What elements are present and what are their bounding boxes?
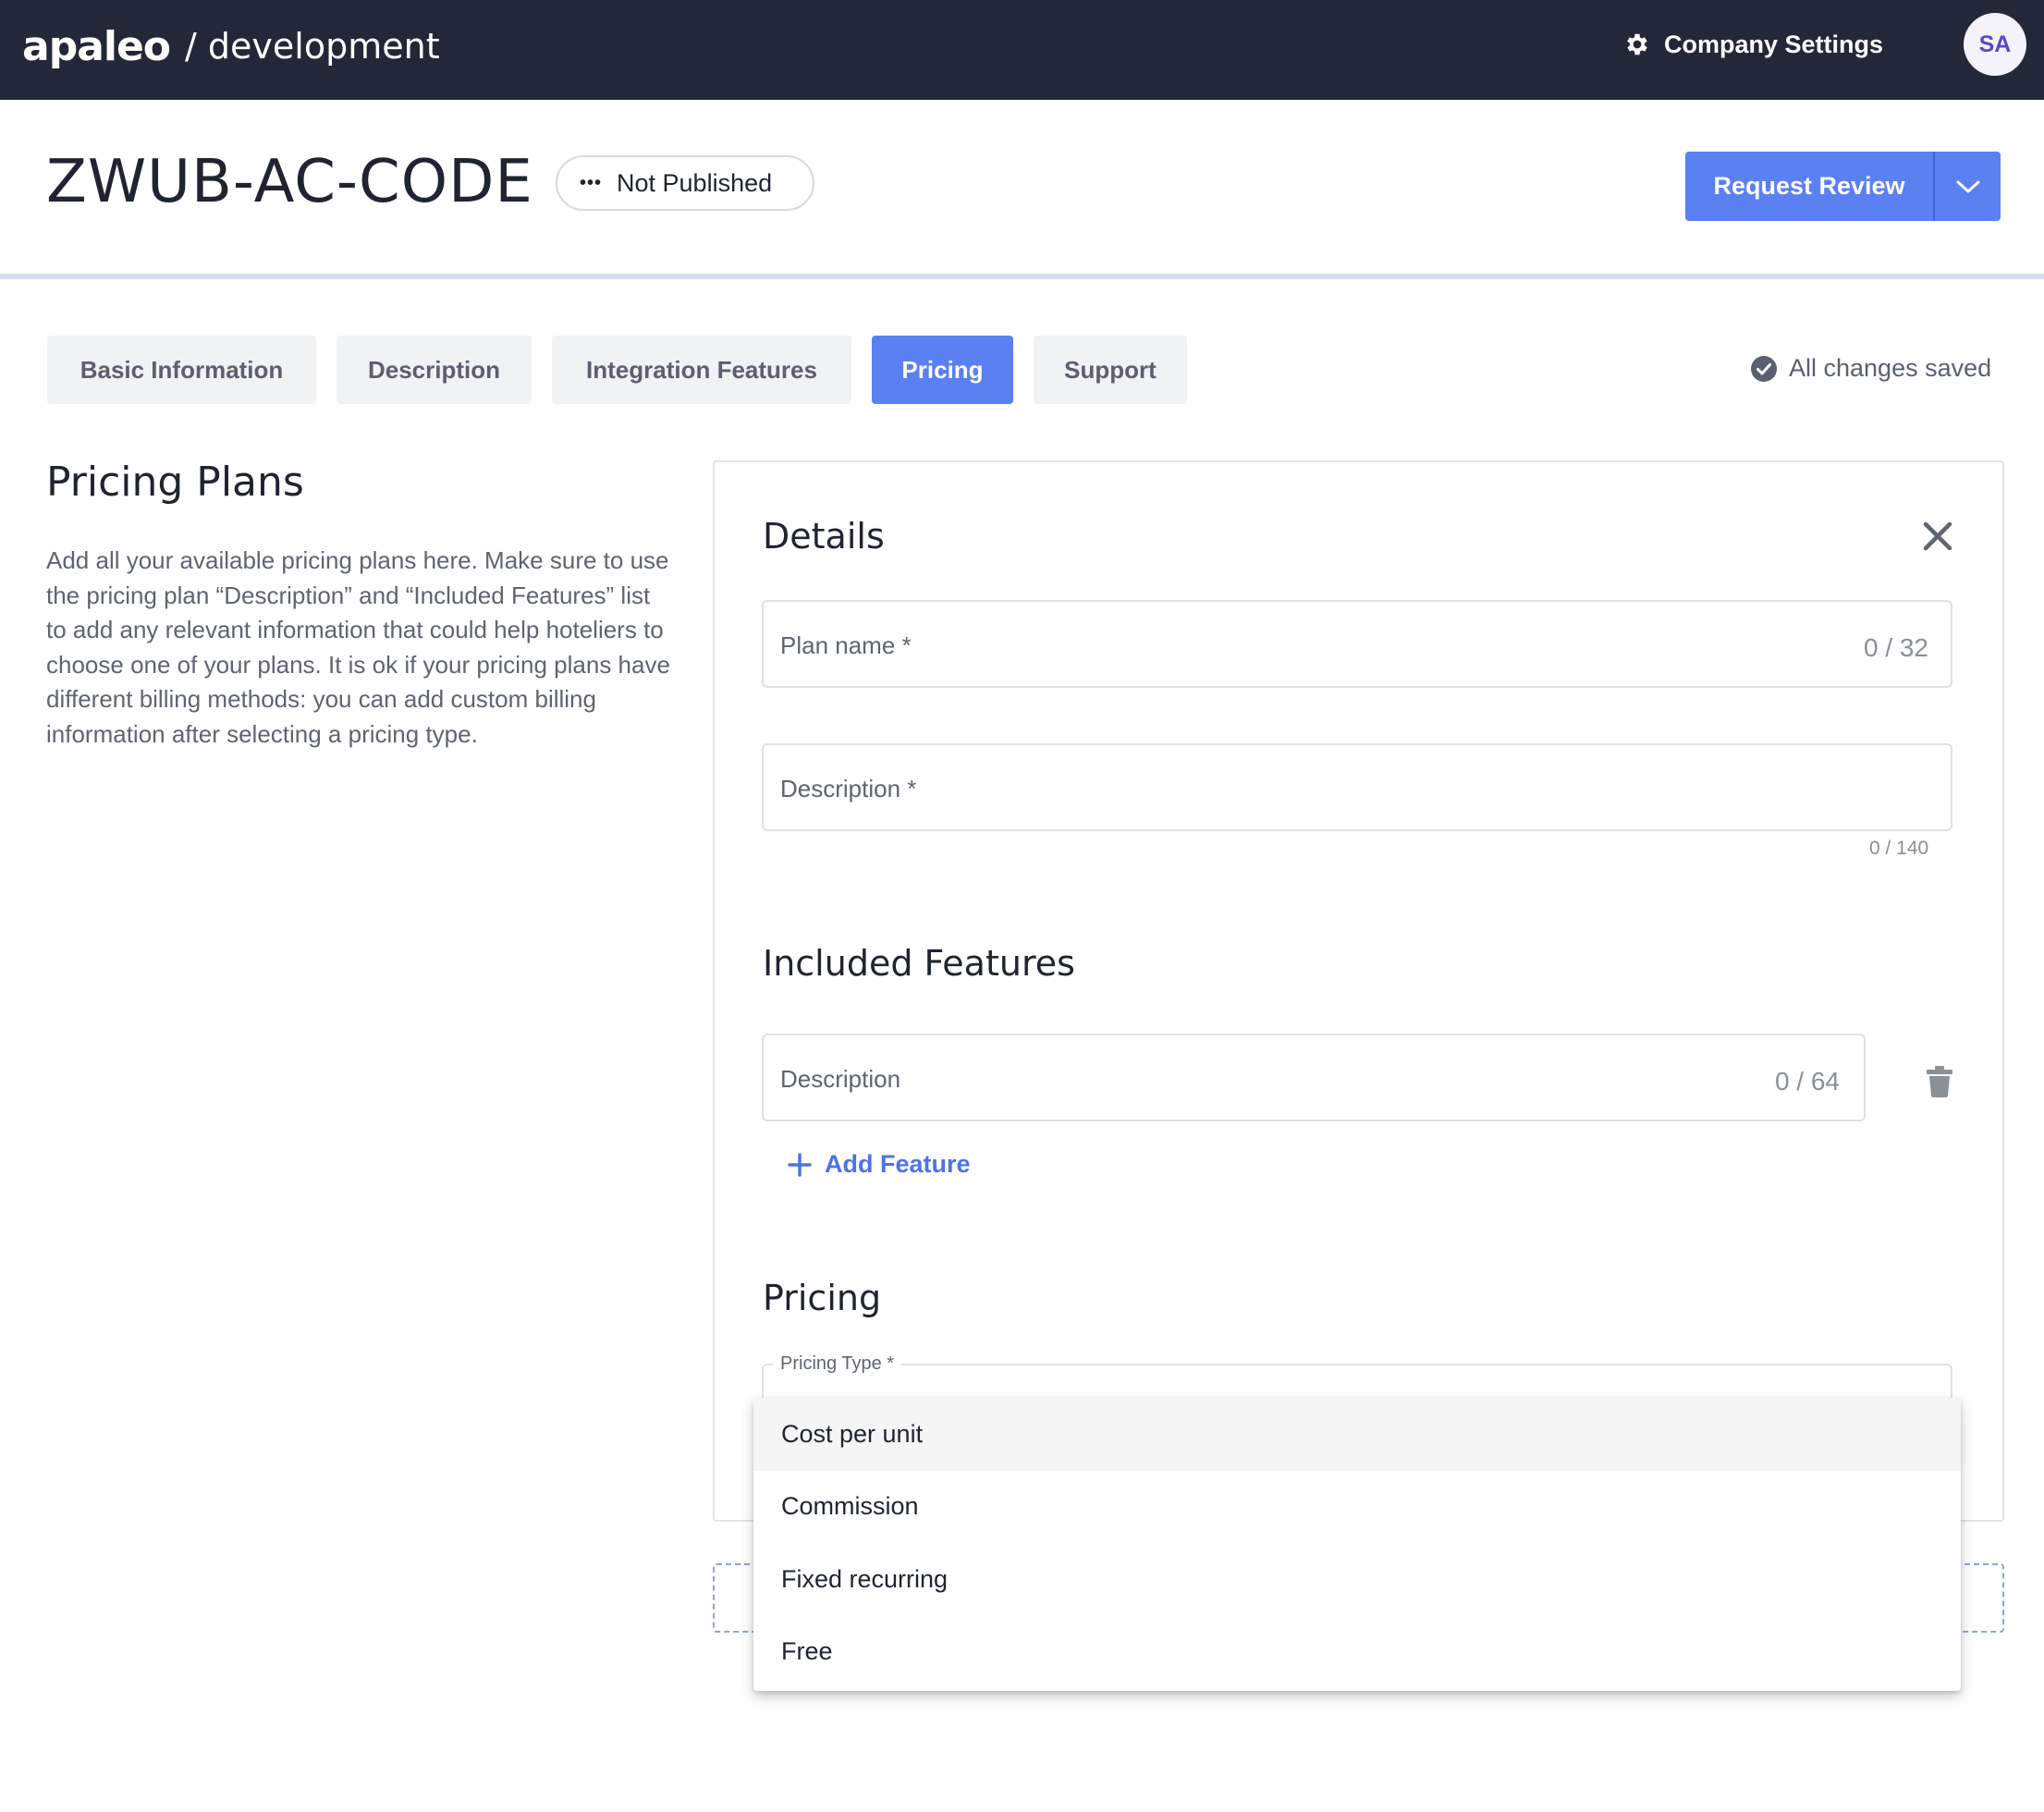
tab-pricing[interactable]: Pricing	[872, 336, 1013, 404]
option-commission[interactable]: Commission	[753, 1471, 1961, 1544]
tab-basic-information[interactable]: Basic Information	[47, 336, 316, 404]
plan-name-label: Plan name *	[780, 631, 912, 659]
details-heading: Details	[763, 516, 885, 557]
pricing-type-menu: Cost per unit Commission Fixed recurring…	[753, 1398, 1961, 1691]
page-title: ZWUB-AC-CODE	[46, 148, 533, 216]
chevron-down-icon	[1956, 180, 1979, 192]
plan-description-label: Description *	[780, 775, 917, 802]
save-status-label: All changes saved	[1789, 354, 1992, 382]
plan-name-field[interactable]: Plan name * 0 / 32	[762, 600, 1952, 688]
user-avatar[interactable]: SA	[1964, 13, 2026, 76]
option-free[interactable]: Free	[753, 1616, 1961, 1689]
gear-icon	[1627, 33, 1647, 55]
apaleo-logo[interactable]: apaleo	[22, 23, 171, 70]
pricing-heading: Pricing	[763, 1278, 882, 1318]
environment-label: / development	[185, 26, 440, 67]
brand[interactable]: apaleo / development	[22, 17, 440, 76]
save-status: All changes saved	[1750, 354, 1991, 383]
close-icon[interactable]	[1921, 520, 1954, 553]
company-settings-button[interactable]: Company Settings	[1623, 24, 1883, 65]
header-divider	[0, 274, 2044, 279]
feature-description-field[interactable]: Description 0 / 64	[762, 1034, 1866, 1121]
plan-description-counter: 0 / 140	[1869, 838, 1929, 859]
tab-support[interactable]: Support	[1034, 336, 1187, 404]
feature-description-label: Description	[780, 1065, 901, 1093]
publish-status-button[interactable]: ••• Not Published	[556, 155, 814, 211]
add-feature-label: Add Feature	[825, 1150, 971, 1178]
company-settings-label: Company Settings	[1664, 30, 1884, 58]
pricing-plans-title: Pricing Plans	[46, 459, 304, 506]
pricing-type-label: Pricing Type *	[773, 1353, 902, 1375]
top-bar: apaleo / development Company Settings SA	[0, 0, 2044, 100]
request-review-group: Request Review	[1685, 152, 2001, 221]
publish-status-label: Not Published	[617, 168, 773, 197]
plan-name-counter: 0 / 32	[1863, 633, 1928, 662]
pricing-plans-description: Add all your available pricing plans her…	[46, 546, 670, 748]
option-fixed-recurring[interactable]: Fixed recurring	[753, 1543, 1961, 1616]
tab-integration-features[interactable]: Integration Features	[552, 336, 851, 404]
more-dots-icon: •••	[580, 172, 603, 193]
tab-description[interactable]: Description	[337, 336, 532, 404]
feature-description-counter: 0 / 64	[1774, 1067, 1840, 1096]
check-circle-icon	[1751, 355, 1777, 382]
add-feature-button[interactable]: Add Feature	[788, 1150, 971, 1179]
plan-description-field[interactable]: Description *	[762, 743, 1952, 831]
request-review-button[interactable]: Request Review	[1685, 152, 1933, 221]
option-cost-per-unit[interactable]: Cost per unit	[753, 1398, 1961, 1471]
request-review-dropdown-button[interactable]	[1933, 152, 2001, 221]
included-features-heading: Included Features	[763, 943, 1075, 984]
plus-icon	[788, 1152, 812, 1177]
trash-icon[interactable]	[1927, 1066, 1952, 1097]
